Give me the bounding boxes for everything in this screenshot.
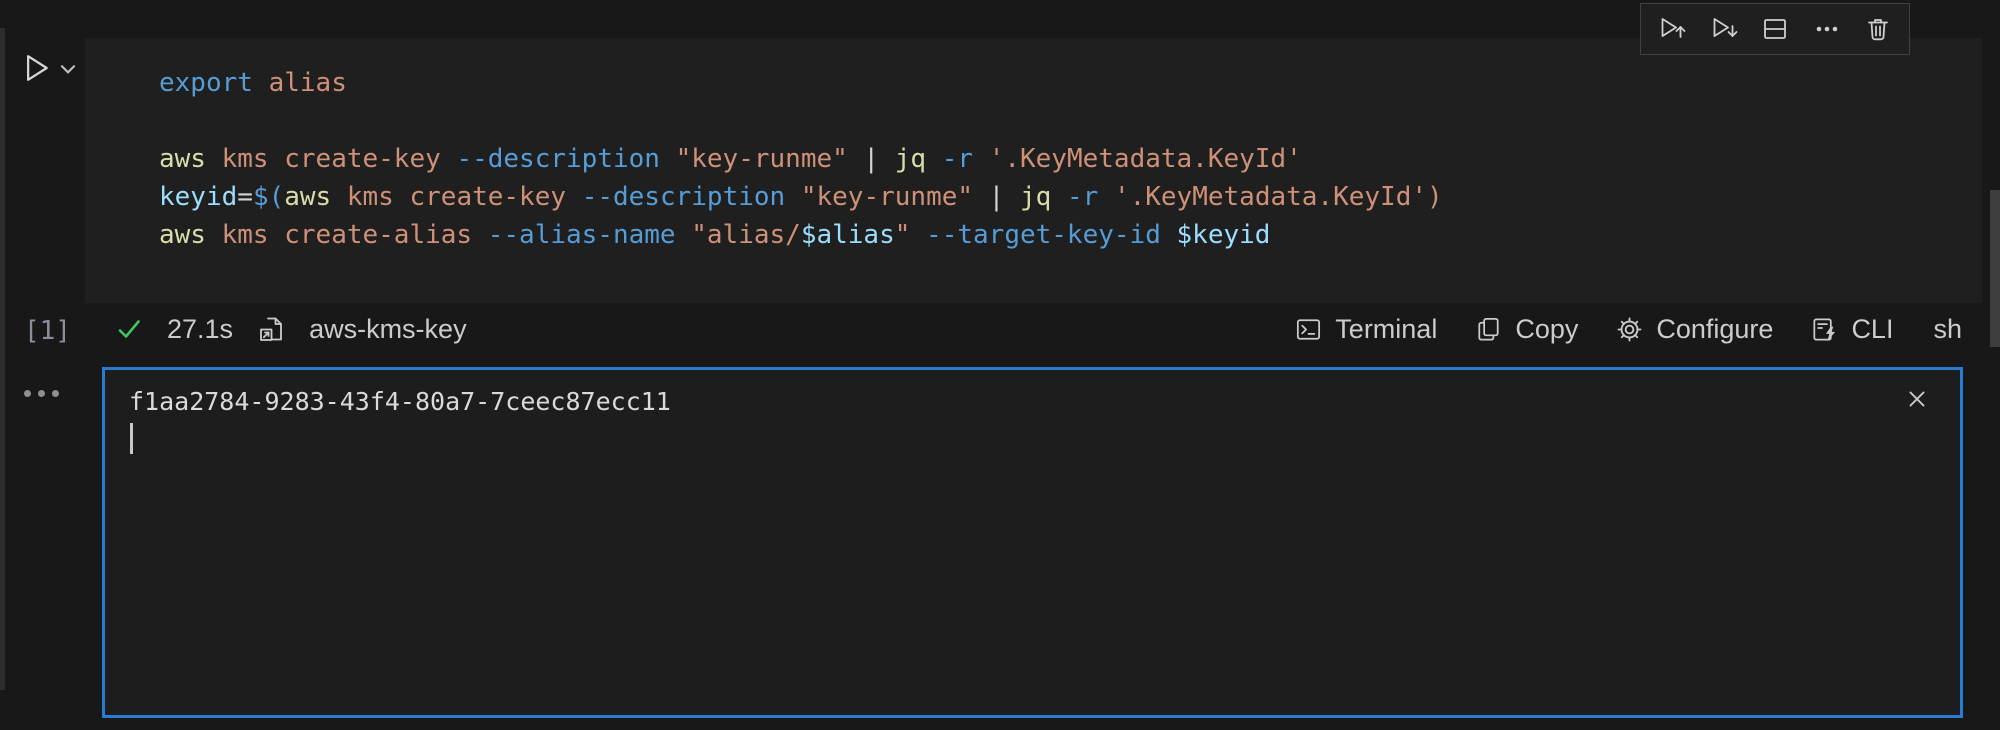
cli-action[interactable]: CLI [1809,314,1893,345]
copy-icon [1473,314,1504,345]
code-line: keyid=$(aws kms create-key --description… [159,178,1982,216]
terminal-action[interactable]: Terminal [1293,314,1437,345]
cell-code-editor[interactable]: export alias aws kms create-key --descrip… [85,38,1982,303]
output-menu-dot [24,390,31,397]
status-left-group: 27.1s aws-kms-key [113,313,467,345]
language-indicator[interactable]: sh [1933,314,1962,345]
cli-icon [1809,314,1840,345]
status-right-group: Terminal Copy [1293,314,1962,345]
chevron-down-icon [57,58,79,80]
cell-name[interactable]: aws-kms-key [309,314,467,345]
close-output-button[interactable] [1900,382,1934,416]
execution-count: [1] [24,316,71,346]
close-icon [1902,384,1932,414]
cell-status-bar: 27.1s aws-kms-key [85,303,1982,355]
execute-below-button[interactable] [1708,13,1740,45]
code-line: aws kms create-alias --alias-name "alias… [159,216,1982,254]
editor-left-edge [0,28,5,690]
copy-label: Copy [1515,314,1578,345]
go-to-file-icon[interactable] [255,313,287,345]
split-cell-button[interactable] [1759,13,1791,45]
more-actions-button[interactable] [1811,13,1843,45]
execute-above-button[interactable] [1656,13,1688,45]
terminal-label: Terminal [1335,314,1437,345]
success-check-icon [113,313,145,345]
gear-icon [1614,314,1645,345]
output-menu-dot [38,390,45,397]
run-options-dropdown[interactable] [56,58,80,80]
terminal-cursor [130,423,133,454]
delete-cell-button[interactable] [1862,13,1894,45]
execution-duration: 27.1s [167,314,233,345]
trash-icon [1862,13,1894,45]
code-block: export alias aws kms create-key --descrip… [85,38,1982,254]
notebook-editor: export alias aws kms create-key --descrip… [0,0,2000,730]
configure-action[interactable]: Configure [1614,314,1773,345]
run-cell-button[interactable] [16,46,56,90]
output-menu-dot [52,390,59,397]
configure-label: Configure [1656,314,1773,345]
copy-action[interactable]: Copy [1473,314,1578,345]
execute-below-icon [1708,13,1740,45]
code-line: aws kms create-key --description "key-ru… [159,140,1982,178]
vertical-scrollbar[interactable] [1990,190,2000,347]
terminal-icon [1293,314,1324,345]
split-cell-icon [1759,13,1791,45]
ellipsis-icon [1811,13,1843,45]
code-line [159,102,1982,140]
code-line: export alias [159,64,1982,102]
play-icon [18,49,54,87]
cell-toolbar [1640,3,1910,55]
output-menu-button[interactable] [24,390,59,397]
cli-label: CLI [1851,314,1893,345]
output-text: f1aa2784-9283-43f4-80a7-7ceec87ecc11 [129,386,671,418]
cell-output[interactable]: f1aa2784-9283-43f4-80a7-7ceec87ecc11 [102,367,1963,718]
execute-above-icon [1656,13,1688,45]
